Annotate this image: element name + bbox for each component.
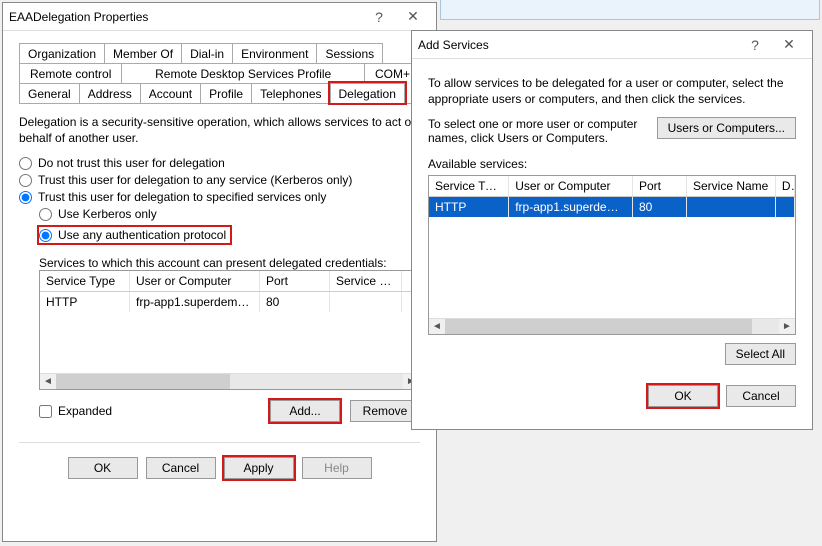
window-title: Add Services [418, 38, 738, 52]
radio-trust-specified-input[interactable] [19, 191, 32, 204]
radio-do-not-trust[interactable]: Do not trust this user for delegation [19, 156, 420, 170]
apply-button[interactable]: Apply [224, 457, 294, 479]
delegation-properties-window: EAADelegation Properties ? ✕ Organizatio… [2, 2, 437, 542]
expanded-checkbox-input[interactable] [39, 405, 52, 418]
cell-port: 80 [260, 292, 330, 312]
services-label: Services to which this account can prese… [39, 256, 420, 270]
horizontal-scrollbar[interactable]: ◄ ► [429, 318, 795, 334]
radio-trust-any[interactable]: Trust this user for delegation to any se… [19, 173, 420, 187]
col-user-computer[interactable]: User or Computer [130, 271, 260, 291]
available-services-body: HTTP frp-app1.superdemo.l... 80 [429, 197, 795, 318]
ok-button[interactable]: OK [68, 457, 138, 479]
add-services-window: Add Services ? ✕ To allow services to be… [411, 30, 813, 430]
remove-button[interactable]: Remove [350, 400, 420, 422]
tab-dial-in[interactable]: Dial-in [181, 43, 233, 63]
cell-user-computer: frp-app1.superdemo.l... [130, 292, 260, 312]
close-button[interactable]: ✕ [396, 5, 430, 29]
cell-service-name [687, 197, 776, 217]
scroll-thumb[interactable] [445, 319, 752, 334]
radio-trust-specified-label: Trust this user for delegation to specif… [38, 190, 326, 204]
tab-address[interactable]: Address [79, 83, 141, 103]
radio-kerberos-only-label: Use Kerberos only [58, 207, 157, 221]
table-row[interactable]: HTTP frp-app1.superdemo.l... 80 [429, 197, 795, 217]
services-listview-body: HTTP frp-app1.superdemo.l... 80 [40, 292, 419, 373]
tab-sessions[interactable]: Sessions [316, 43, 383, 63]
radio-kerberos-only[interactable]: Use Kerberos only [39, 207, 420, 221]
cell-user-computer: frp-app1.superdemo.l... [509, 197, 633, 217]
tab-rds-profile[interactable]: Remote Desktop Services Profile [121, 63, 365, 83]
help-button-footer[interactable]: Help [302, 457, 372, 479]
services-listview-header: Service Type User or Computer Port Servi… [40, 271, 419, 292]
window-title: EAADelegation Properties [9, 10, 362, 24]
tab-delegation[interactable]: Delegation [330, 83, 405, 103]
col-port[interactable]: Port [633, 176, 687, 196]
dialog-body: To allow services to be delegated for a … [412, 59, 812, 419]
expanded-checkbox-label: Expanded [58, 404, 112, 418]
tab-general[interactable]: General [19, 83, 80, 103]
delegation-description: Delegation is a security-sensitive opera… [19, 114, 420, 146]
tab-member-of[interactable]: Member Of [104, 43, 182, 63]
available-services-header: Service Type User or Computer Port Servi… [429, 176, 795, 197]
horizontal-scrollbar[interactable]: ◄ ► [40, 373, 419, 389]
services-listview[interactable]: Service Type User or Computer Port Servi… [39, 270, 420, 390]
users-or-computers-button[interactable]: Users or Computers... [657, 117, 796, 139]
tab-environment[interactable]: Environment [232, 43, 317, 63]
radio-trust-any-label: Trust this user for delegation to any se… [38, 173, 352, 187]
col-port[interactable]: Port [260, 271, 330, 291]
cancel-button[interactable]: Cancel [726, 385, 796, 407]
titlebar: Add Services ? ✕ [412, 31, 812, 59]
titlebar: EAADelegation Properties ? ✕ [3, 3, 436, 31]
radio-kerberos-only-input[interactable] [39, 208, 52, 221]
col-user-computer[interactable]: User or Computer [509, 176, 633, 196]
select-all-button[interactable]: Select All [725, 343, 796, 365]
tab-profile[interactable]: Profile [200, 83, 252, 103]
cell-port: 80 [633, 197, 687, 217]
dialog-body: Organization Member Of Dial-in Environme… [3, 31, 436, 491]
available-services-label: Available services: [428, 157, 796, 171]
add-services-intro: To allow services to be delegated for a … [428, 75, 796, 107]
expanded-checkbox[interactable]: Expanded [39, 404, 260, 418]
cell-service-type: HTTP [429, 197, 509, 217]
cell-d [776, 197, 795, 217]
cell-service-name [330, 292, 402, 312]
add-button[interactable]: Add... [270, 400, 340, 422]
ok-button[interactable]: OK [648, 385, 718, 407]
col-service-name[interactable]: Service N... [330, 271, 402, 291]
close-button[interactable]: ✕ [772, 33, 806, 57]
dialog-footer: OK Cancel Apply Help [19, 442, 420, 479]
cancel-button[interactable]: Cancel [146, 457, 216, 479]
help-button[interactable]: ? [362, 5, 396, 29]
radio-do-not-trust-input[interactable] [19, 157, 32, 170]
tab-organization[interactable]: Organization [19, 43, 105, 63]
tab-strip: Organization Member Of Dial-in Environme… [19, 43, 420, 104]
col-service-type[interactable]: Service Type [40, 271, 130, 291]
scroll-thumb[interactable] [56, 374, 230, 389]
select-users-text: To select one or more user or computer n… [428, 117, 647, 145]
scroll-right-icon[interactable]: ► [779, 319, 795, 335]
col-service-name[interactable]: Service Name [687, 176, 776, 196]
tab-remote-control[interactable]: Remote control [19, 63, 122, 83]
radio-any-auth-label: Use any authentication protocol [58, 228, 226, 242]
tab-telephones[interactable]: Telephones [251, 83, 330, 103]
col-d[interactable]: D [776, 176, 795, 196]
scroll-left-icon[interactable]: ◄ [429, 319, 445, 335]
table-row[interactable]: HTTP frp-app1.superdemo.l... 80 [40, 292, 419, 312]
available-services-listview[interactable]: Service Type User or Computer Port Servi… [428, 175, 796, 335]
help-button[interactable]: ? [738, 33, 772, 57]
cell-service-type: HTTP [40, 292, 130, 312]
radio-trust-any-input[interactable] [19, 174, 32, 187]
radio-do-not-trust-label: Do not trust this user for delegation [38, 156, 225, 170]
col-service-type[interactable]: Service Type [429, 176, 509, 196]
radio-any-auth-input[interactable] [39, 229, 52, 242]
radio-trust-specified[interactable]: Trust this user for delegation to specif… [19, 190, 420, 204]
background-frame [440, 0, 820, 20]
scroll-left-icon[interactable]: ◄ [40, 374, 56, 390]
tab-account[interactable]: Account [140, 83, 201, 103]
radio-any-auth[interactable]: Use any authentication protocol [39, 227, 230, 243]
